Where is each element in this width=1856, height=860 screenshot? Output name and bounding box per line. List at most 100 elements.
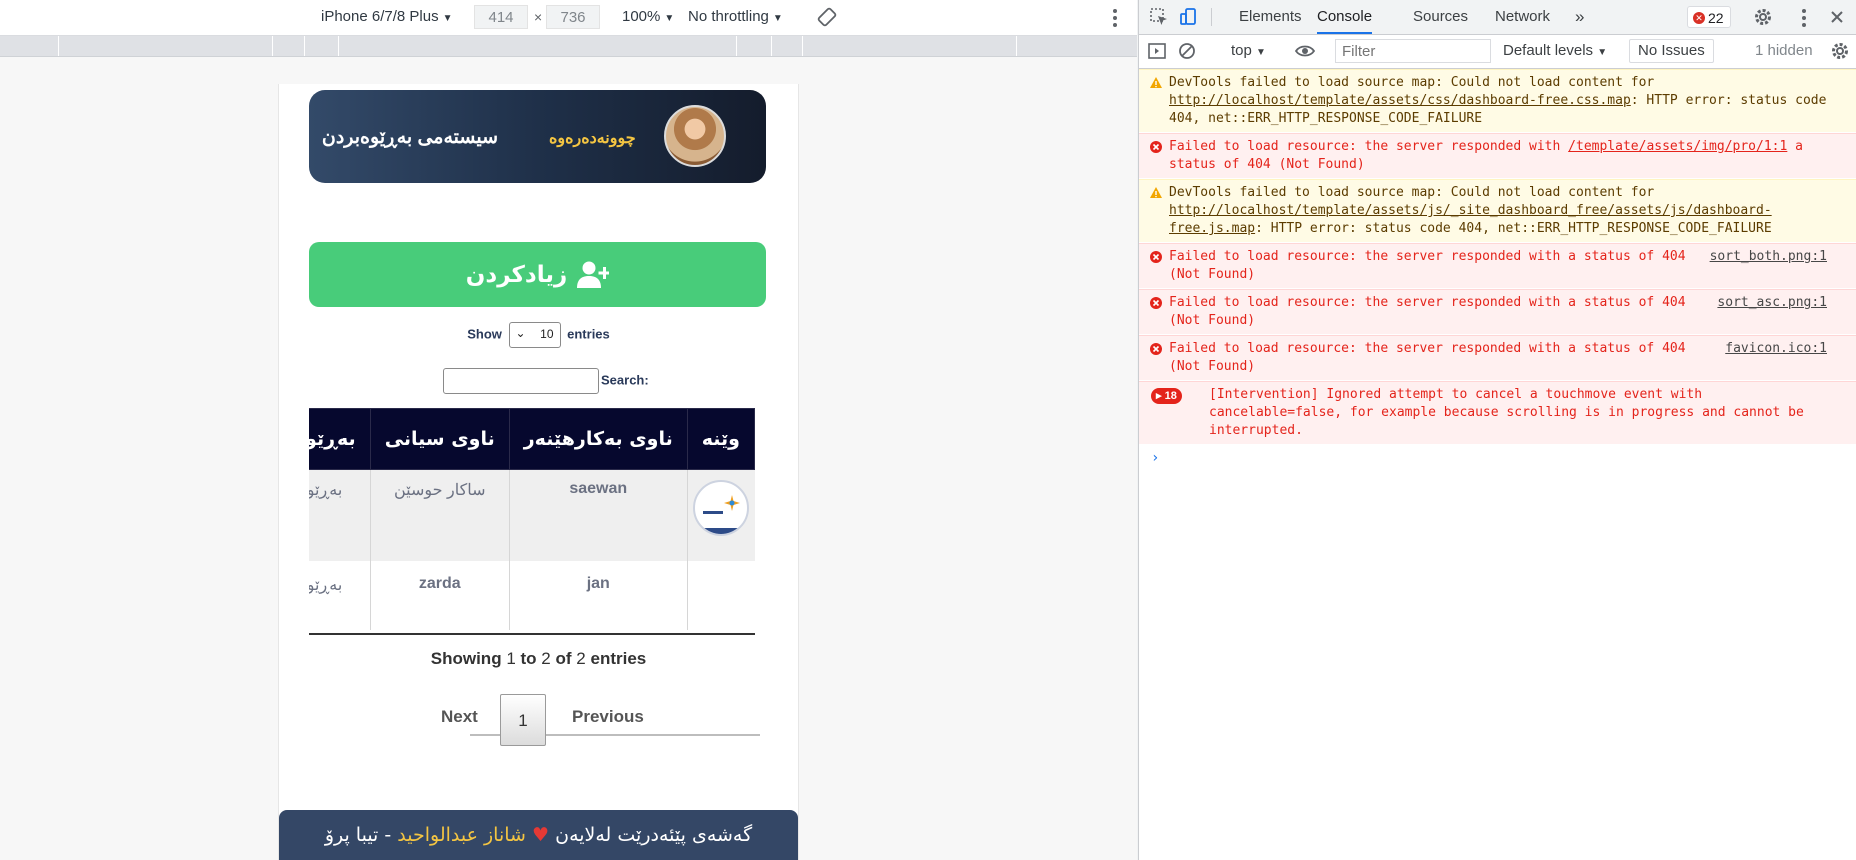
- tab-network[interactable]: Network: [1495, 0, 1550, 34]
- showing-prefix: Showing: [430, 649, 502, 668]
- media-query-bar[interactable]: [0, 36, 1137, 57]
- tab-sources[interactable]: Sources: [1413, 0, 1468, 34]
- showing-from: 1: [506, 649, 516, 668]
- users-table: وێنە ناوی بەکارهێنەر ناوی سیانی بەڕێوەبە…: [309, 408, 755, 630]
- footer: گەشەی پێئەدرێت لەلایەن ♥ شاناز عبدالواحی…: [279, 810, 798, 860]
- message-source-link[interactable]: favicon.ico:1: [1725, 340, 1827, 358]
- more-options-icon[interactable]: [1108, 6, 1122, 28]
- logo-icon: [724, 495, 741, 511]
- next-page-button[interactable]: Next: [441, 707, 478, 727]
- row-fullname: zarda: [369, 561, 510, 630]
- device-toggle-icon[interactable]: [1179, 7, 1199, 27]
- column-header-image[interactable]: وێنە: [686, 408, 755, 470]
- clear-console-icon[interactable]: [1177, 41, 1197, 61]
- tab-console[interactable]: Console: [1317, 0, 1373, 34]
- console-warning: DevTools failed to load source map: Coul…: [1139, 69, 1856, 133]
- message-source-link[interactable]: sort_asc.png:1: [1717, 294, 1827, 312]
- console-settings-gear-icon[interactable]: [1830, 41, 1850, 61]
- log-levels-label: Default levels: [1503, 42, 1594, 59]
- user-plus-icon: [577, 261, 610, 288]
- message-link[interactable]: /template/assets/img/pro/1:1: [1568, 139, 1787, 154]
- search-control: Search:: [443, 368, 649, 394]
- user-avatar[interactable]: [664, 105, 726, 167]
- message-source-link[interactable]: sort_both.png:1: [1710, 248, 1827, 266]
- entries-select[interactable]: ⌄ 10: [508, 322, 561, 348]
- console-filter-input[interactable]: [1335, 39, 1491, 63]
- users-table-container[interactable]: وێنە ناوی بەکارهێنەر ناوی سیانی بەڕێوەبە…: [309, 408, 755, 630]
- device-select-label: iPhone 6/7/8 Plus: [321, 8, 439, 25]
- entries-label: entries: [567, 326, 610, 342]
- settings-gear-icon[interactable]: [1753, 7, 1773, 27]
- device-width-input[interactable]: 414: [474, 5, 528, 29]
- message-text: [Intervention] Ignored attempt to cancel…: [1209, 387, 1804, 438]
- page-title: سیستەمی بەڕێوەبردن: [321, 127, 498, 148]
- zoom-label: 100%: [622, 8, 661, 25]
- error-icon: [1150, 297, 1162, 309]
- error-count-badge[interactable]: ✕ 22: [1687, 6, 1731, 28]
- chevron-down-icon: ▼: [1256, 47, 1266, 58]
- warning-icon: [1150, 77, 1162, 88]
- row-image-cell: [686, 469, 755, 561]
- console-error-group[interactable]: ▸ 18 [Intervention] Ignored attempt to c…: [1139, 381, 1856, 445]
- showing-to: 2: [541, 649, 551, 668]
- row-role: بەڕێوەبەر: [309, 561, 371, 630]
- context-label: top: [1231, 42, 1252, 59]
- column-header-role[interactable]: بەڕێوەبەر: [309, 408, 371, 470]
- logout-link[interactable]: چوونەدەرەوە: [549, 128, 636, 148]
- table-row: saewan ساکار حوسێن بەڕێوەبەر: [309, 469, 755, 561]
- repeat-count-badge: ▸ 18: [1151, 388, 1182, 404]
- devtools-tabbar: Elements Console Sources Network » ✕ 22: [1139, 0, 1856, 35]
- hidden-count: 1 hidden: [1755, 42, 1813, 59]
- log-levels-select[interactable]: Default levels ▼: [1503, 42, 1607, 59]
- footer-author[interactable]: شاناز عبدالواحید: [397, 824, 526, 846]
- chevron-down-icon: ▼: [442, 13, 453, 24]
- show-label: Show: [467, 326, 502, 342]
- repeat-count: 18: [1164, 390, 1177, 402]
- tab-elements[interactable]: Elements: [1239, 0, 1302, 34]
- previous-page-button[interactable]: Previous: [572, 707, 644, 727]
- context-select[interactable]: top ▼: [1231, 42, 1266, 59]
- more-tabs-button[interactable]: »: [1575, 0, 1584, 34]
- row-username: saewan: [508, 469, 688, 561]
- heart-icon: ♥: [532, 824, 550, 846]
- message-text: DevTools failed to load source map: Coul…: [1169, 75, 1655, 90]
- message-text: Failed to load resource: the server resp…: [1169, 139, 1569, 154]
- search-input[interactable]: [443, 368, 599, 394]
- row-fullname: ساکار حوسێن: [369, 469, 510, 561]
- zoom-select[interactable]: 100% ▼: [622, 8, 674, 25]
- issues-button[interactable]: No Issues: [1629, 39, 1714, 63]
- dimension-separator: ×: [534, 9, 543, 25]
- device-select[interactable]: iPhone 6/7/8 Plus ▼: [321, 8, 453, 25]
- error-count: 22: [1708, 10, 1724, 26]
- throttling-select[interactable]: No throttling ▼: [688, 8, 783, 25]
- console-error: Failed to load resource: the server resp…: [1139, 243, 1856, 289]
- showing-of-label: of: [555, 649, 572, 668]
- message-tail: : HTTP error: status code 404, net::ERR_…: [1255, 221, 1772, 236]
- column-header-username[interactable]: ناوی بەکارهێنەر: [508, 408, 688, 470]
- console-messages[interactable]: DevTools failed to load source map: Coul…: [1139, 69, 1856, 471]
- error-icon: [1150, 141, 1162, 153]
- footer-text: گەشەی پێئەدرێت لەلایەن: [555, 824, 753, 846]
- message-link[interactable]: http://localhost/template/assets/css/das…: [1169, 93, 1631, 108]
- showing-suffix: entries: [590, 649, 647, 668]
- console-error: Failed to load resource: the server resp…: [1139, 335, 1856, 381]
- column-header-fullname[interactable]: ناوی سیانی: [369, 408, 510, 470]
- device-height-input[interactable]: 736: [546, 5, 600, 29]
- sidebar-toggle-icon[interactable]: [1147, 41, 1167, 61]
- add-user-button[interactable]: زیادکردن: [309, 242, 766, 307]
- rotate-icon[interactable]: [817, 7, 837, 27]
- console-error: Failed to load resource: the server resp…: [1139, 289, 1856, 335]
- live-expression-eye-icon[interactable]: [1295, 41, 1315, 61]
- warning-icon: [1150, 187, 1162, 198]
- close-icon[interactable]: [1827, 7, 1847, 27]
- error-icon: [1150, 343, 1162, 355]
- page-1-button[interactable]: 1: [500, 694, 546, 746]
- row-username: jan: [508, 561, 688, 630]
- console-prompt[interactable]: ›: [1139, 445, 1856, 471]
- showing-to-label: to: [520, 649, 537, 668]
- pagination: Next 1 Previous: [279, 694, 798, 754]
- devtools-menu-icon[interactable]: [1797, 6, 1811, 28]
- row-role: بەڕێوەبەر: [309, 469, 371, 561]
- message-text: Failed to load resource: the server resp…: [1169, 341, 1686, 374]
- inspect-element-icon[interactable]: [1149, 7, 1169, 27]
